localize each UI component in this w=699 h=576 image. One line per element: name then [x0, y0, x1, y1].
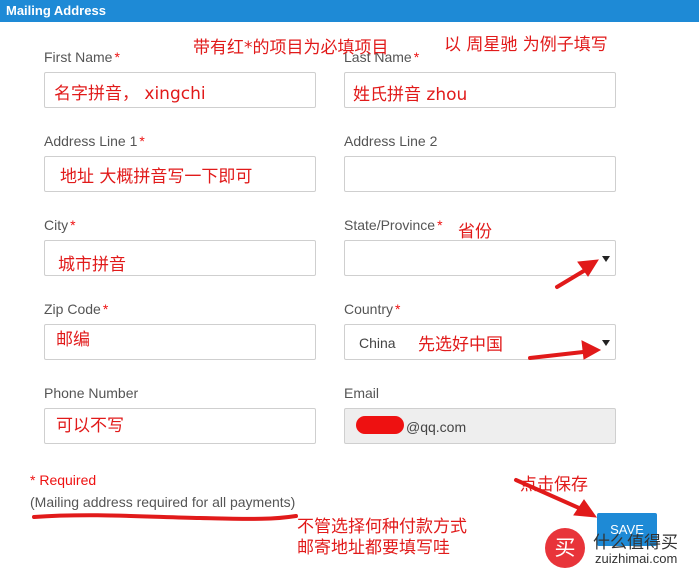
- arrow-to-save-icon: [514, 478, 590, 514]
- arrow-to-country-head-icon: [581, 340, 602, 360]
- brand-title: 什么值得买: [593, 533, 678, 553]
- brand-logo-icon: 买: [545, 528, 585, 568]
- annotation-strokes: [32, 259, 602, 521]
- brand-domain: zuizhimai.com: [595, 551, 678, 566]
- arrow-to-country-icon: [528, 349, 594, 360]
- underline-stroke-icon: [32, 513, 298, 521]
- brand-watermark: 买 什么值得买 zuizhimai.com: [545, 528, 695, 572]
